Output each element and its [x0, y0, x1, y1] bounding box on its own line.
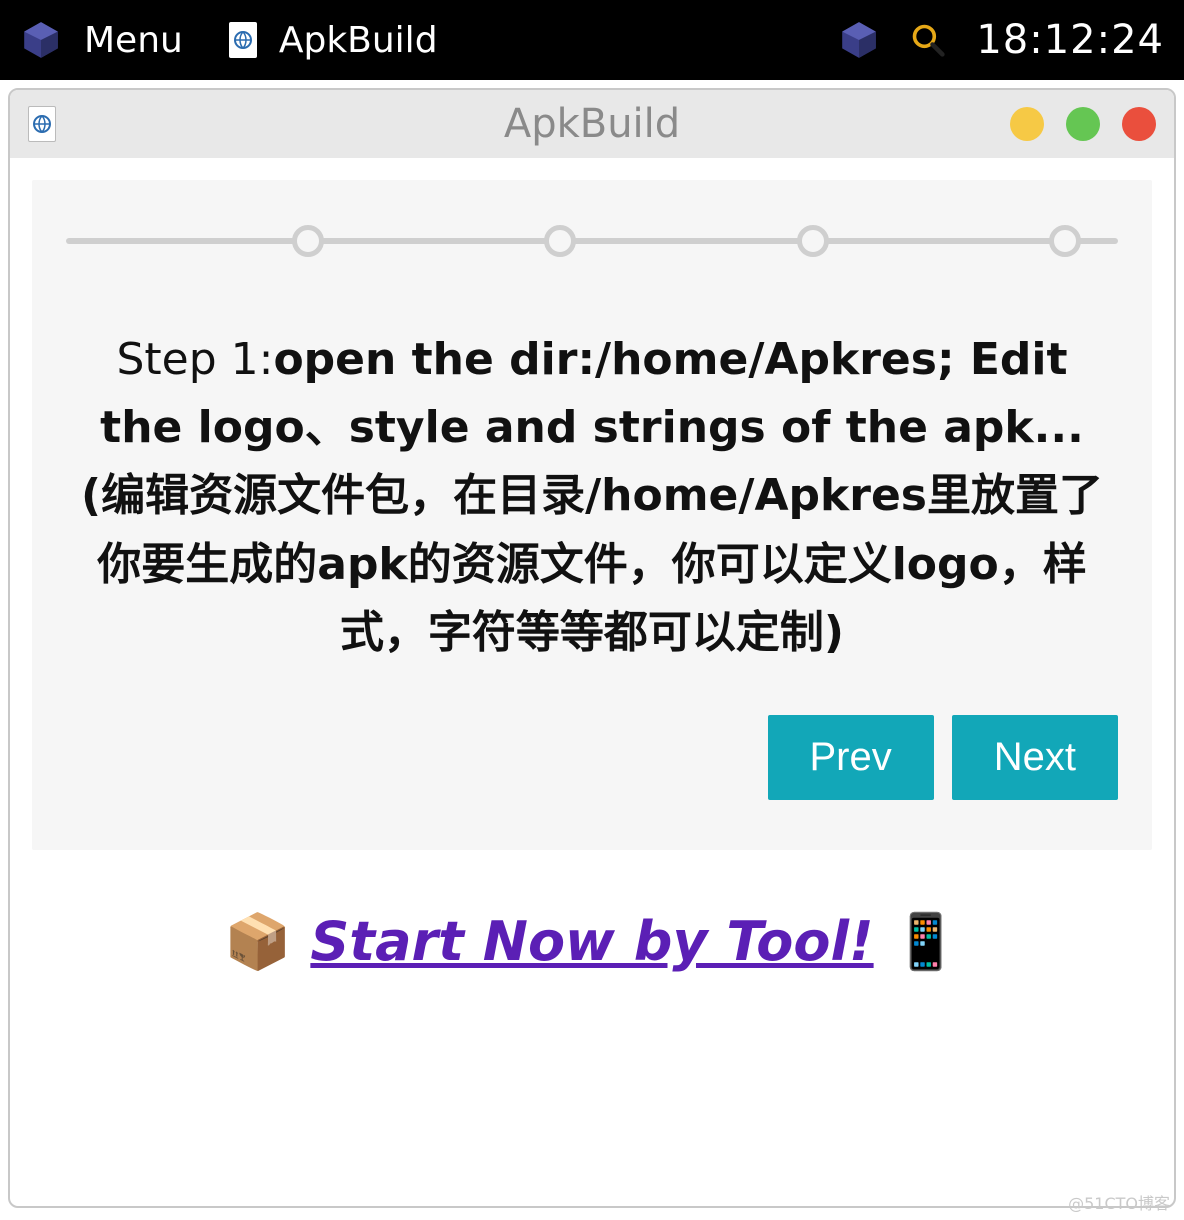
window-title: ApkBuild [504, 101, 680, 147]
minimize-button[interactable] [1010, 107, 1044, 141]
step-description: Step 1:open the dir:/home/Apkres; Edit t… [66, 326, 1118, 697]
watermark: @51CTO博客 [1068, 1190, 1170, 1214]
prev-button[interactable]: Prev [768, 715, 934, 800]
system-taskbar: Menu ApkBuild 18:12:24 [0, 0, 1184, 80]
tray-cube-icon[interactable] [838, 19, 880, 61]
window-controls [1010, 107, 1156, 141]
search-icon[interactable] [910, 22, 946, 58]
menu-cube-icon [20, 19, 62, 61]
cta-link[interactable]: Start Now by Tool! [310, 910, 873, 973]
taskbar-menu-label: Menu [84, 20, 183, 61]
taskbar-app-label: ApkBuild [279, 20, 438, 61]
phone-icon: 📱 [892, 910, 959, 973]
step-track [66, 238, 1118, 244]
step-prefix: Step 1: [116, 334, 273, 385]
wizard-card: Step 1:open the dir:/home/Apkres; Edit t… [32, 180, 1152, 850]
cta-row: 📦 Start Now by Tool! 📱 [32, 910, 1152, 974]
window-titlebar: ApkBuild [10, 90, 1174, 158]
step-dot-3[interactable] [797, 225, 829, 257]
package-icon: 📦 [224, 910, 291, 973]
app-window: ApkBuild Step 1:open the dir:/home/Apkre… [8, 88, 1176, 1208]
taskbar-app[interactable]: ApkBuild [229, 20, 438, 61]
step-dot-2[interactable] [544, 225, 576, 257]
step-dot-1[interactable] [292, 225, 324, 257]
taskbar-clock: 18:12:24 [976, 17, 1164, 63]
taskbar-menu[interactable]: Menu [20, 19, 183, 61]
wizard-buttons: Prev Next [66, 715, 1118, 800]
step-subtext-cn: (编辑资源文件包，在目录/home/Apkres里放置了你要生成的apk的资源文… [81, 470, 1103, 657]
step-progress [66, 216, 1118, 266]
app-document-icon [229, 22, 257, 58]
window-content: Step 1:open the dir:/home/Apkres; Edit t… [10, 158, 1174, 1206]
titlebar-document-icon [28, 106, 56, 142]
next-button[interactable]: Next [952, 715, 1118, 800]
close-button[interactable] [1122, 107, 1156, 141]
step-dot-4[interactable] [1049, 225, 1081, 257]
maximize-button[interactable] [1066, 107, 1100, 141]
